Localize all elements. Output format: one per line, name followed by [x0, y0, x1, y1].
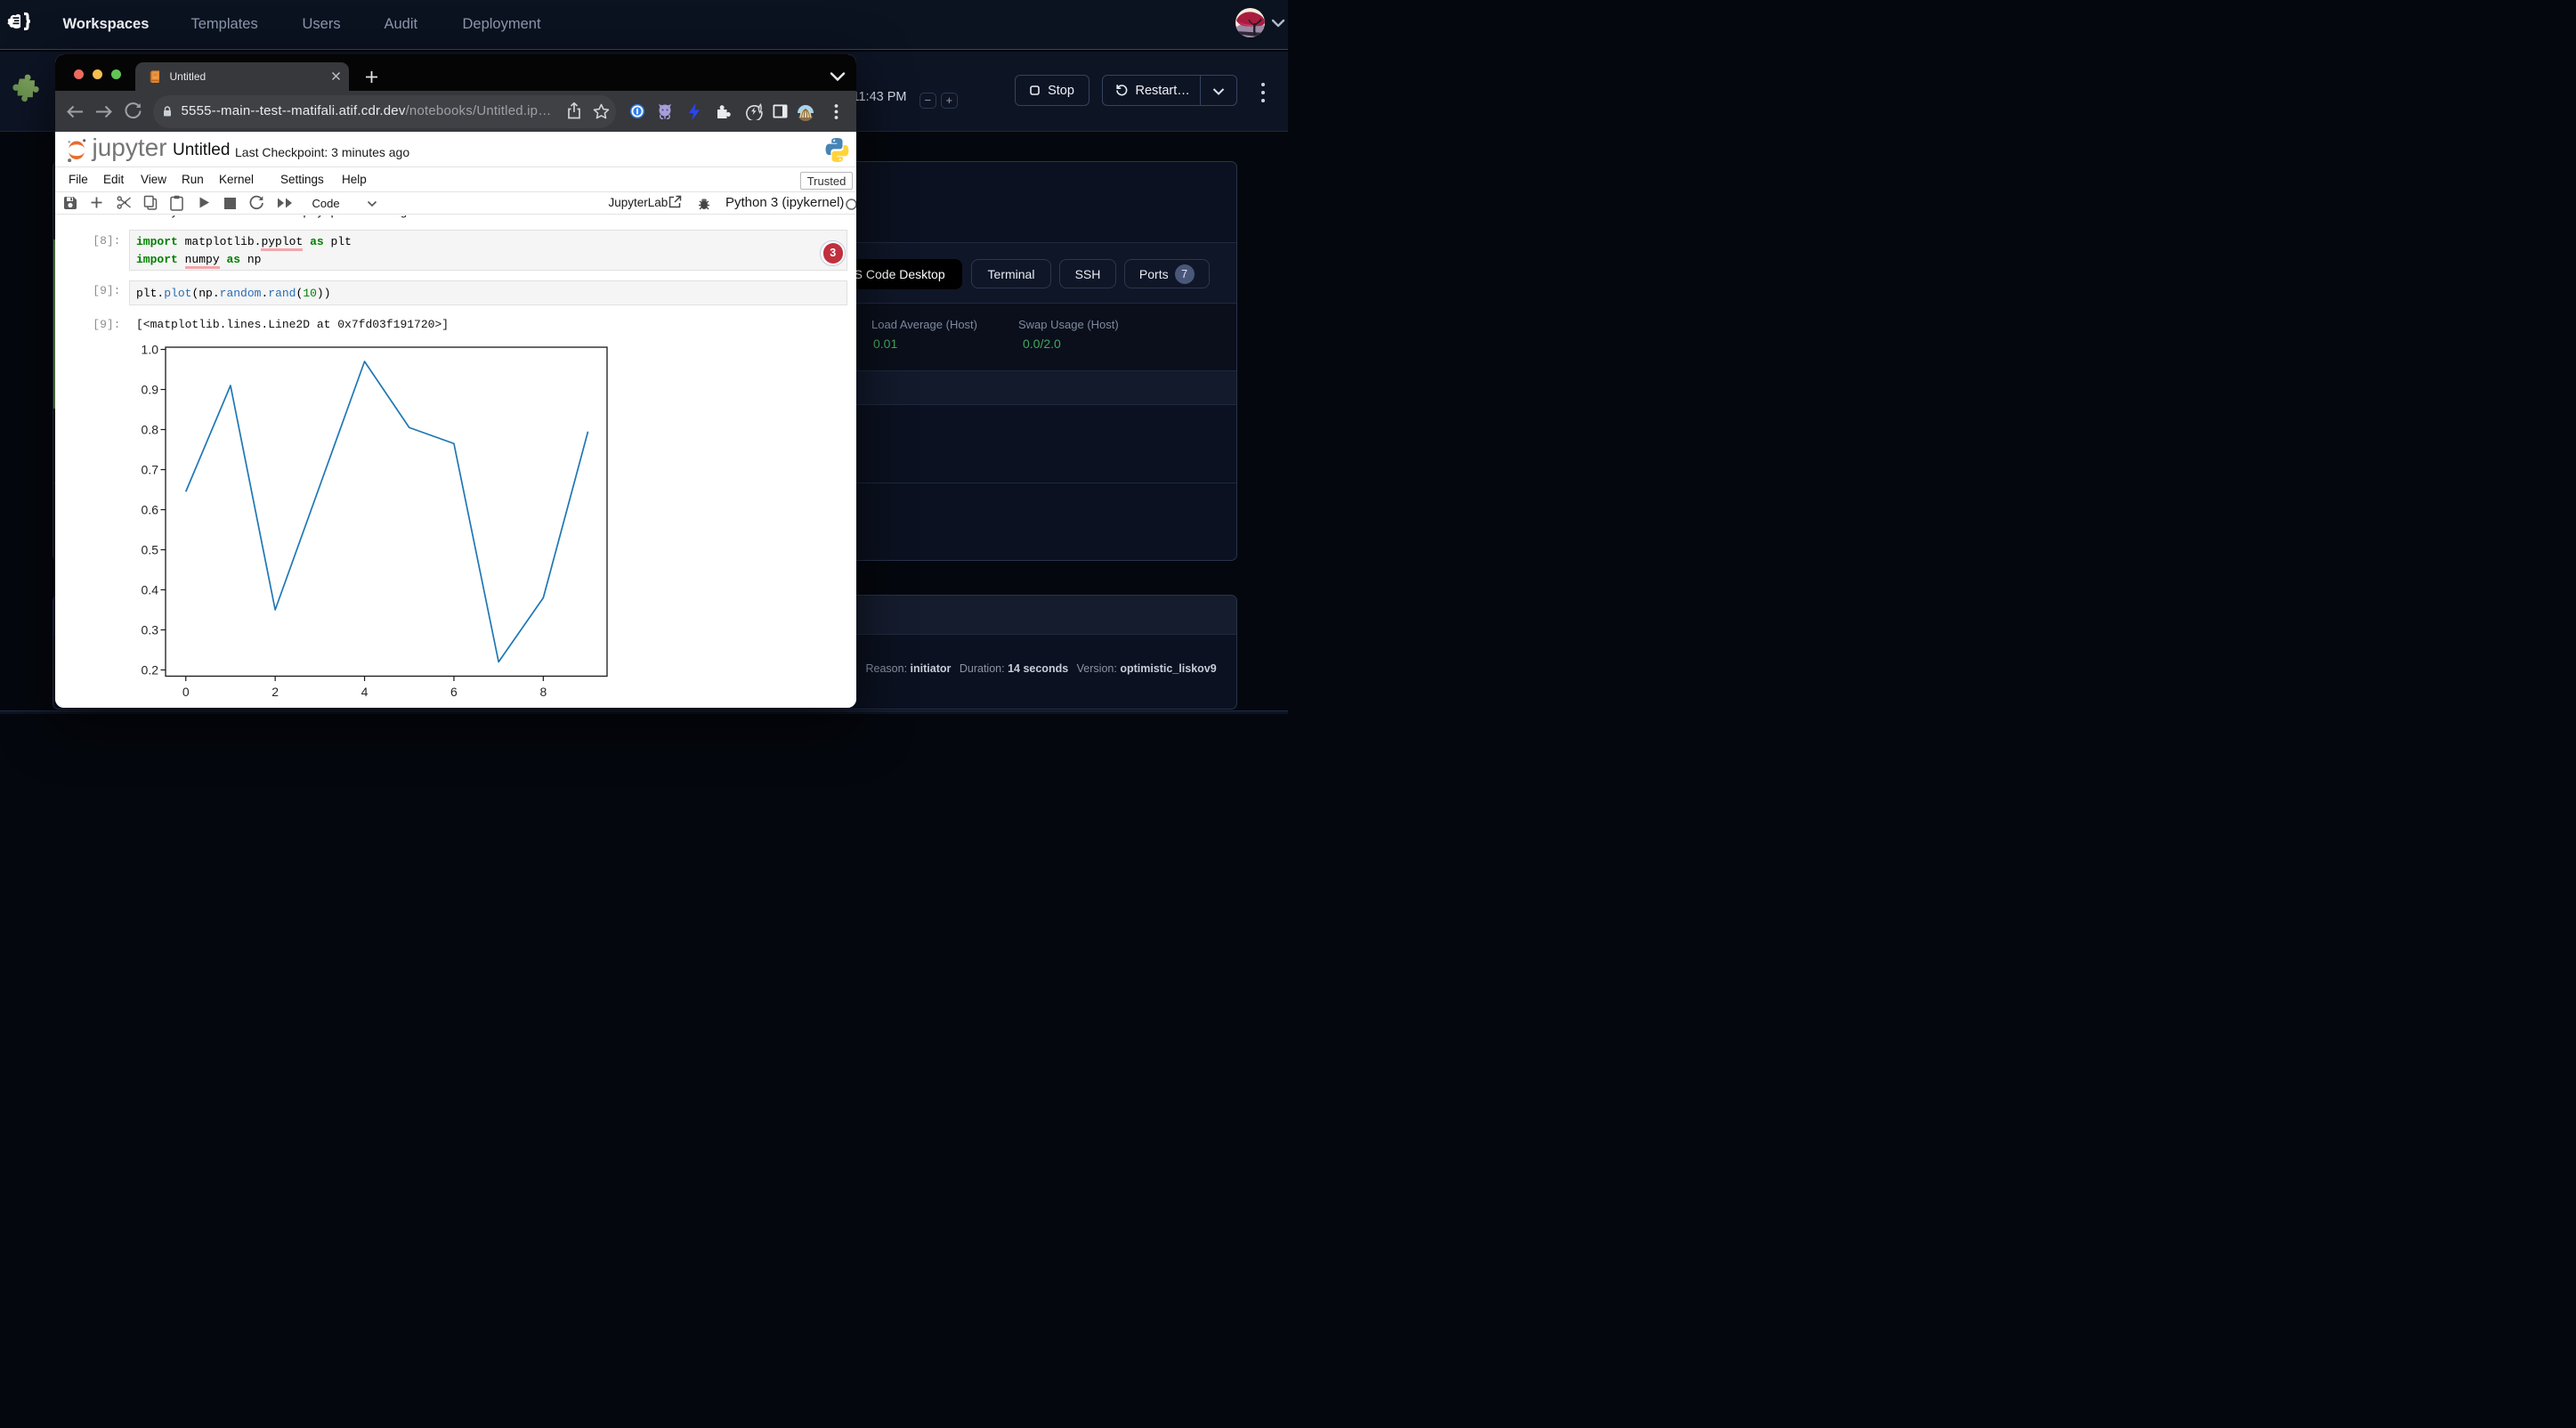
svg-text:0.3: 0.3 — [142, 623, 159, 637]
svg-text:6: 6 — [450, 685, 458, 699]
svg-text:1.0: 1.0 — [142, 343, 159, 357]
svg-text:0.5: 0.5 — [142, 543, 159, 557]
svg-text:0.6: 0.6 — [142, 503, 159, 517]
svg-text:4: 4 — [361, 685, 369, 699]
svg-text:0.7: 0.7 — [142, 463, 159, 477]
svg-text:0.2: 0.2 — [142, 663, 159, 677]
svg-text:8: 8 — [539, 685, 547, 699]
svg-text:0: 0 — [182, 685, 190, 699]
svg-text:0.9: 0.9 — [142, 383, 159, 397]
svg-text:0.4: 0.4 — [142, 583, 159, 597]
svg-text:0.8: 0.8 — [142, 423, 159, 437]
svg-text:2: 2 — [271, 685, 279, 699]
